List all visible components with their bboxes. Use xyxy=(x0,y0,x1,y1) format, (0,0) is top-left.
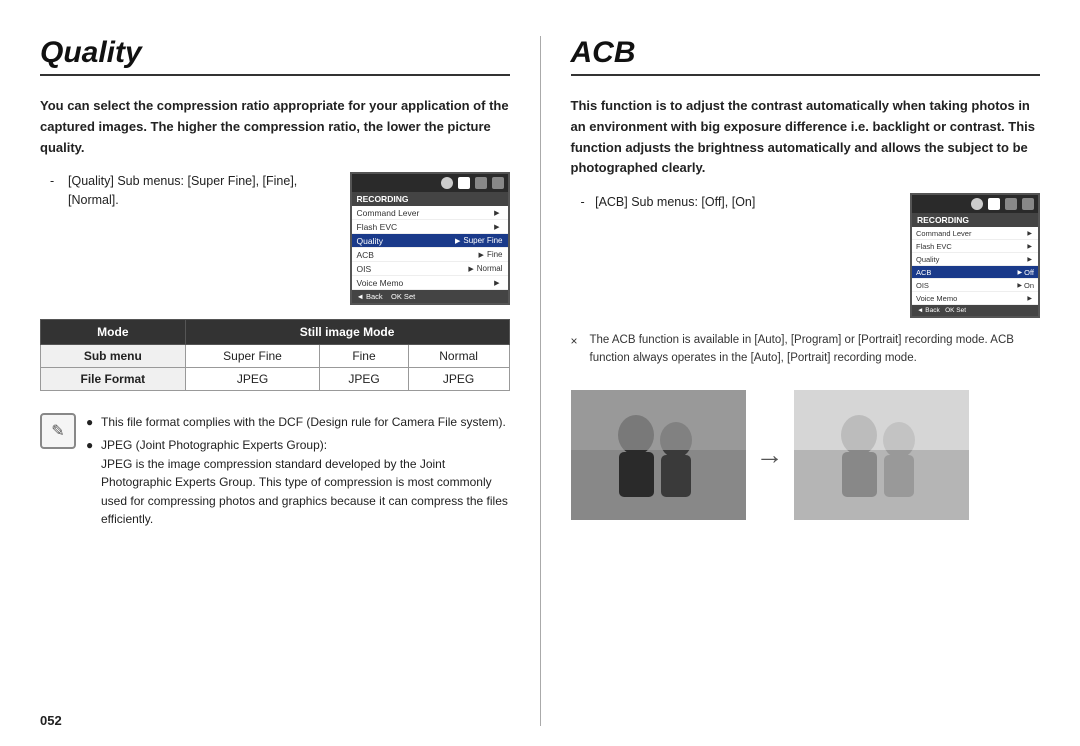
note-bullet-dot-2: ● xyxy=(86,436,96,529)
table-col1: Mode xyxy=(41,320,186,345)
photo-comparison: → xyxy=(571,390,1041,520)
arrow-icon: → xyxy=(756,441,784,469)
acb-menu-row-command: Command Lever▶ xyxy=(912,227,1038,240)
table-row2-c3: JPEG xyxy=(408,368,509,391)
acb-intro: This function is to adjust the contrast … xyxy=(571,96,1041,179)
acb-recording-header: RECORDING xyxy=(912,213,1038,227)
note2-body: JPEG is the image compression standard d… xyxy=(101,457,508,527)
acb-menu-bottom-bar: ◄ Back OK Set xyxy=(912,305,1038,316)
acb-menu-row-quality: Quality▶ xyxy=(912,253,1038,266)
cam-icon-sound xyxy=(458,177,470,189)
acb-cam-icon-display xyxy=(1005,198,1017,210)
note2-text: JPEG (Joint Photographic Experts Group):… xyxy=(101,436,510,529)
acb-menu-row-flash: Flash EVC▶ xyxy=(912,240,1038,253)
photo-after xyxy=(794,390,969,520)
page-number: 052 xyxy=(40,713,62,728)
menu-bottom-bar: ◄ Back OK Set xyxy=(352,290,508,303)
cam-icon-display xyxy=(475,177,487,189)
table-col2: Still image Mode xyxy=(185,320,509,345)
note2-title: JPEG (Joint Photographic Experts Group): xyxy=(101,436,510,455)
bullet-text-1: [Quality] Sub menus: [Super Fine], [Fine… xyxy=(68,172,336,210)
note-icon-box: ✎ xyxy=(40,413,76,449)
acb-cam-icon-sound xyxy=(988,198,1000,210)
acb-camera-menu: RECORDING Command Lever▶ Flash EVC▶ Qual… xyxy=(910,193,1040,318)
menu-row-command: Command Lever▶ xyxy=(352,206,508,220)
photo-before xyxy=(571,390,746,520)
notes-section: ✎ ● This file format complies with the D… xyxy=(40,413,510,533)
table-row2-header: File Format xyxy=(41,368,186,391)
acb-cam-icon-settings xyxy=(1022,198,1034,210)
table-row1-c2: Fine xyxy=(320,345,408,368)
note1-text: This file format complies with the DCF (… xyxy=(101,413,506,432)
acb-note-x: × xyxy=(571,332,585,351)
table-row1-header: Sub menu xyxy=(41,345,186,368)
menu-row-quality: Quality▶Super Fine xyxy=(352,234,508,248)
bullet-dash-1: - xyxy=(50,172,62,191)
acb-menu-row-voice: Voice Memo▶ xyxy=(912,292,1038,305)
note-icon: ✎ xyxy=(51,421,64,441)
quality-title: Quality xyxy=(40,36,510,76)
mode-table: Mode Still image Mode Sub menu Super Fin… xyxy=(40,319,510,391)
menu-row-voice: Voice Memo▶ xyxy=(352,276,508,290)
quality-camera-menu: RECORDING Command Lever▶ Flash EVC▶ Qual… xyxy=(350,172,510,305)
acb-bullet-text: [ACB] Sub menus: [Off], [On] xyxy=(595,195,755,209)
acb-title: ACB xyxy=(571,36,1041,76)
menu-row-flash: Flash EVC▶ xyxy=(352,220,508,234)
acb-menu-row-acb: ACB▶Off xyxy=(912,266,1038,279)
cam-icon-camera xyxy=(441,177,453,189)
note-bullet-dot-1: ● xyxy=(86,413,96,432)
acb-note-text: The ACB function is available in [Auto],… xyxy=(590,332,1041,368)
cam-icon-settings xyxy=(492,177,504,189)
quality-bullet1: - [Quality] Sub menus: [Super Fine], [Fi… xyxy=(50,172,336,210)
table-row2-c1: JPEG xyxy=(185,368,320,391)
table-row1-c3: Normal xyxy=(408,345,509,368)
acb-bullet1: - [ACB] Sub menus: [Off], [On] xyxy=(581,193,897,212)
table-row1-c1: Super Fine xyxy=(185,345,320,368)
menu-row-acb: ACB▶Fine xyxy=(352,248,508,262)
acb-bullet-dash: - xyxy=(581,195,585,209)
table-row2-c2: JPEG xyxy=(320,368,408,391)
acb-menu-row-ois: OIS▶On xyxy=(912,279,1038,292)
menu-row-ois: OIS▶Normal xyxy=(352,262,508,276)
quality-intro: You can select the compression ratio app… xyxy=(40,96,510,158)
acb-note: × The ACB function is available in [Auto… xyxy=(571,332,1041,368)
recording-header: RECORDING xyxy=(352,192,508,206)
notes-text: ● This file format complies with the DCF… xyxy=(86,413,510,533)
acb-cam-icon-camera xyxy=(971,198,983,210)
